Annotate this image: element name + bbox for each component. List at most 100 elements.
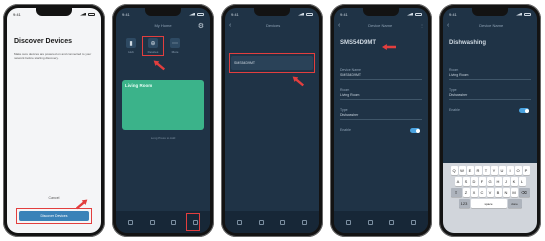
more-icon[interactable]: ⋮ — [420, 23, 424, 28]
screen: 9:41 ‹ Devices SMS54D9MT — [225, 8, 319, 233]
home-icon — [237, 219, 243, 225]
back-icon[interactable]: ‹ — [447, 22, 449, 29]
enable-toggle[interactable] — [519, 108, 529, 113]
key-d[interactable]: D — [470, 177, 478, 186]
key-b[interactable]: B — [494, 188, 502, 197]
phone-screen-devices: 9:41 ‹ Devices SMS54D9MT — [221, 4, 323, 237]
key-j[interactable]: J — [502, 177, 510, 186]
space-key[interactable]: space — [470, 199, 507, 208]
back-icon[interactable]: ‹ — [338, 22, 340, 29]
field-device-name[interactable]: Device Name SMS54D9MT — [340, 68, 422, 80]
tab-home[interactable] — [237, 219, 243, 225]
notch — [145, 8, 181, 16]
device-name-input[interactable]: Dishwashing — [449, 40, 486, 46]
tab-scenes[interactable] — [258, 219, 264, 225]
key-q[interactable]: Q — [450, 166, 458, 175]
phone-screen-home: 9:41 My Home ⚙ ▮ Hub ⊕ Devices ⋯ More Livin… — [112, 4, 214, 237]
battery-icon — [88, 12, 95, 16]
key-v[interactable]: V — [486, 188, 494, 197]
highlight-box — [142, 36, 164, 56]
key-r[interactable]: R — [474, 166, 482, 175]
tab-scenes[interactable] — [367, 219, 373, 225]
key-p[interactable]: P — [522, 166, 530, 175]
manage-text: Long Press to Add — [150, 136, 176, 140]
key-n[interactable]: N — [502, 188, 510, 197]
header-title: Device Name — [479, 22, 504, 28]
field-type[interactable]: Type Dishwasher — [340, 108, 422, 120]
pointer-arrow — [382, 44, 396, 50]
page-title: Discover Devices — [14, 38, 72, 45]
key-i[interactable]: I — [506, 166, 514, 175]
header-title: My Home — [154, 22, 172, 28]
tab-automations[interactable] — [171, 219, 177, 225]
tab-home[interactable] — [128, 219, 134, 225]
shift-key[interactable]: ⇧ — [450, 188, 462, 197]
key-c[interactable]: C — [478, 188, 486, 197]
header-title: Device Name — [368, 22, 393, 28]
tab-home[interactable] — [346, 219, 352, 225]
key-x[interactable]: X — [470, 188, 478, 197]
key-o[interactable]: O — [514, 166, 522, 175]
keyboard-row: ASDFGHJKL — [445, 177, 535, 186]
signal-icon — [298, 12, 304, 16]
device-name-title[interactable]: SMS54D9MT — [340, 40, 376, 46]
screen: 9:41 ‹ Device Name ⋮ SMS54D9MT Device Name… — [334, 8, 428, 233]
field-room[interactable]: Room Living Room — [449, 68, 531, 80]
enable-toggle[interactable] — [410, 128, 420, 133]
pointer-arrow — [152, 58, 167, 72]
onscreen-keyboard: QWERTYUIOP ASDFGHJKL ⇧ Z X C V B N M ⌫ 123 spac… — [443, 163, 537, 233]
status-time: 9:41 — [231, 11, 239, 17]
key-a[interactable]: A — [454, 177, 462, 186]
phone-screen-discover: 9:41 Discover Devices Make sure devices … — [3, 4, 105, 237]
notch — [36, 8, 72, 16]
scenes-icon — [149, 219, 155, 225]
tab-scenes[interactable] — [149, 219, 155, 225]
key-m[interactable]: M — [510, 188, 518, 197]
keyboard-row: QWERTYUIOP — [445, 166, 535, 175]
cancel-button[interactable]: Cancel — [25, 196, 83, 200]
battery-icon — [306, 12, 313, 16]
key-f[interactable]: F — [478, 177, 486, 186]
tab-automations[interactable] — [280, 219, 286, 225]
key-u[interactable]: U — [498, 166, 506, 175]
field-type[interactable]: Type Dishwasher — [449, 88, 531, 100]
battery-icon — [415, 12, 422, 16]
battery-icon — [197, 12, 204, 16]
home-icon — [128, 219, 134, 225]
key-s[interactable]: S — [462, 177, 470, 186]
numbers-key[interactable]: 123 — [458, 199, 470, 208]
tab-devices[interactable] — [301, 219, 307, 225]
status-time: 9:41 — [340, 11, 348, 17]
key-k[interactable]: K — [510, 177, 518, 186]
key-w[interactable]: W — [458, 166, 466, 175]
field-room[interactable]: Room Living Room — [340, 88, 422, 100]
header: ‹ Device Name ⋮ — [338, 20, 424, 30]
key-z[interactable]: Z — [462, 188, 470, 197]
back-icon[interactable]: ‹ — [229, 22, 231, 29]
scenes-icon — [367, 219, 373, 225]
tab-automations[interactable] — [389, 219, 395, 225]
notch — [472, 8, 508, 16]
hub-button[interactable]: ▮ Hub — [122, 38, 140, 54]
highlight-box — [229, 53, 315, 73]
key-h[interactable]: H — [494, 177, 502, 186]
key-y[interactable]: Y — [490, 166, 498, 175]
tab-devices[interactable] — [410, 219, 416, 225]
done-key[interactable]: done — [507, 199, 522, 208]
phone-screen-device-detail: 9:41 ‹ Device Name ⋮ SMS54D9MT Device Name… — [330, 4, 432, 237]
keyboard-row: 123 space done — [445, 199, 535, 208]
more-icon: ⋯ — [170, 38, 180, 48]
key-l[interactable]: L — [518, 177, 526, 186]
key-t[interactable]: T — [482, 166, 490, 175]
key-e[interactable]: E — [466, 166, 474, 175]
key-g[interactable]: G — [486, 177, 494, 186]
more-button[interactable]: ⋯ More — [166, 38, 184, 54]
room-card[interactable]: Living Room — [122, 80, 204, 130]
signal-icon — [516, 12, 522, 16]
automation-icon — [280, 219, 286, 225]
notch — [363, 8, 399, 16]
gear-icon[interactable]: ⚙ — [198, 22, 204, 30]
signal-icon — [407, 12, 413, 16]
delete-key[interactable]: ⌫ — [518, 188, 530, 197]
screen: 9:41 My Home ⚙ ▮ Hub ⊕ Devices ⋯ More Livin… — [116, 8, 210, 233]
